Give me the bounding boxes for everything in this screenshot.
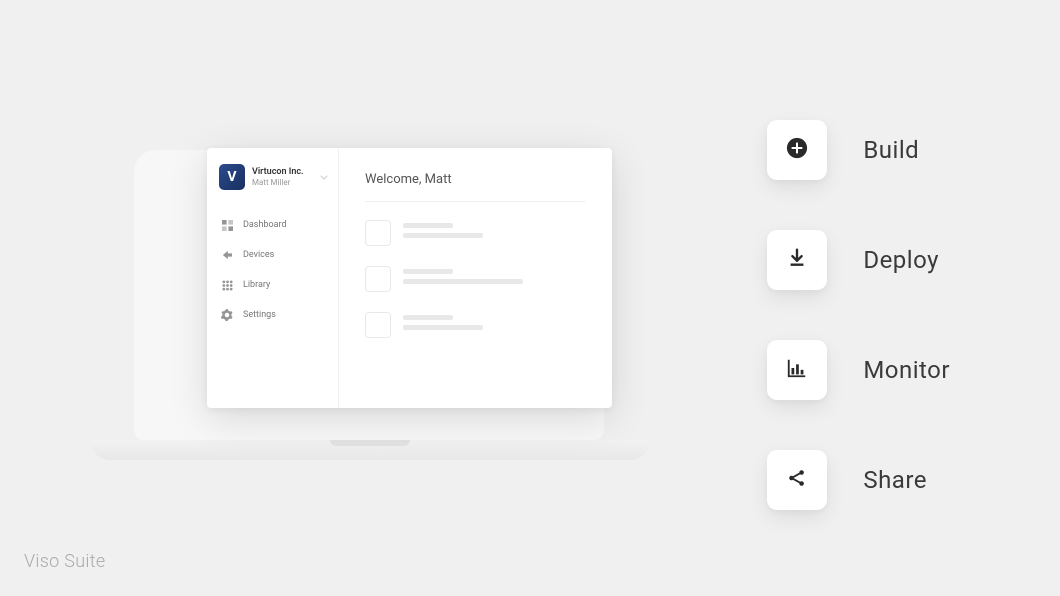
sidebar-item-library[interactable]: Library: [207, 270, 338, 300]
feature-label: Build: [863, 136, 919, 164]
feature-tile: [767, 230, 827, 290]
nav-list: Dashboard Devices Library Settings: [207, 204, 338, 336]
feature-monitor[interactable]: Monitor: [767, 340, 950, 400]
brand-label: Viso Suite: [24, 551, 105, 572]
welcome-heading: Welcome, Matt: [365, 172, 586, 202]
dashboard-icon: [221, 219, 233, 231]
sidebar: V Virtucon Inc. Matt Miller Dashboard: [207, 148, 339, 408]
skeleton-box: [365, 266, 391, 292]
skeleton-box: [365, 312, 391, 338]
workspace-info: Virtucon Inc. Matt Miller: [252, 167, 313, 187]
feature-deploy[interactable]: Deploy: [767, 230, 950, 290]
sidebar-item-devices[interactable]: Devices: [207, 240, 338, 270]
list-item: [365, 220, 586, 246]
share-icon: [786, 467, 808, 493]
feature-share[interactable]: Share: [767, 450, 950, 510]
workspace-logo: V: [219, 164, 245, 190]
skeleton-list: [365, 220, 586, 338]
sidebar-item-dashboard[interactable]: Dashboard: [207, 210, 338, 240]
feature-label: Monitor: [863, 356, 950, 384]
sidebar-item-label: Settings: [243, 310, 276, 320]
feature-build[interactable]: Build: [767, 120, 950, 180]
feature-tile: [767, 340, 827, 400]
skeleton-lines: [403, 223, 586, 243]
skeleton-lines: [403, 269, 586, 289]
skeleton-line: [403, 269, 453, 274]
settings-icon: [221, 309, 233, 321]
app-window: V Virtucon Inc. Matt Miller Dashboard: [207, 148, 612, 408]
feature-label: Deploy: [863, 246, 939, 274]
devices-icon: [221, 249, 233, 261]
chevron-down-icon: [320, 172, 328, 183]
workspace-switcher[interactable]: V Virtucon Inc. Matt Miller: [207, 162, 338, 204]
skeleton-line: [403, 233, 483, 238]
skeleton-line: [403, 279, 523, 284]
workspace-user: Matt Miller: [252, 178, 313, 188]
skeleton-line: [403, 223, 453, 228]
workspace-name: Virtucon Inc.: [252, 167, 313, 178]
list-item: [365, 266, 586, 292]
bar-chart-icon: [786, 357, 808, 383]
laptop-notch: [330, 440, 410, 446]
plus-icon: [786, 137, 808, 163]
skeleton-lines: [403, 315, 586, 335]
sidebar-item-settings[interactable]: Settings: [207, 300, 338, 330]
sidebar-item-label: Library: [243, 280, 270, 290]
feature-list: Build Deploy Monitor Share: [767, 120, 950, 510]
library-icon: [221, 279, 233, 291]
download-icon: [786, 247, 808, 273]
feature-tile: [767, 120, 827, 180]
sidebar-item-label: Devices: [243, 250, 274, 260]
main-content: Welcome, Matt: [339, 148, 612, 408]
laptop-base: [90, 440, 650, 460]
skeleton-line: [403, 315, 453, 320]
feature-tile: [767, 450, 827, 510]
sidebar-item-label: Dashboard: [243, 220, 287, 230]
skeleton-line: [403, 325, 483, 330]
list-item: [365, 312, 586, 338]
skeleton-box: [365, 220, 391, 246]
feature-label: Share: [863, 466, 927, 494]
